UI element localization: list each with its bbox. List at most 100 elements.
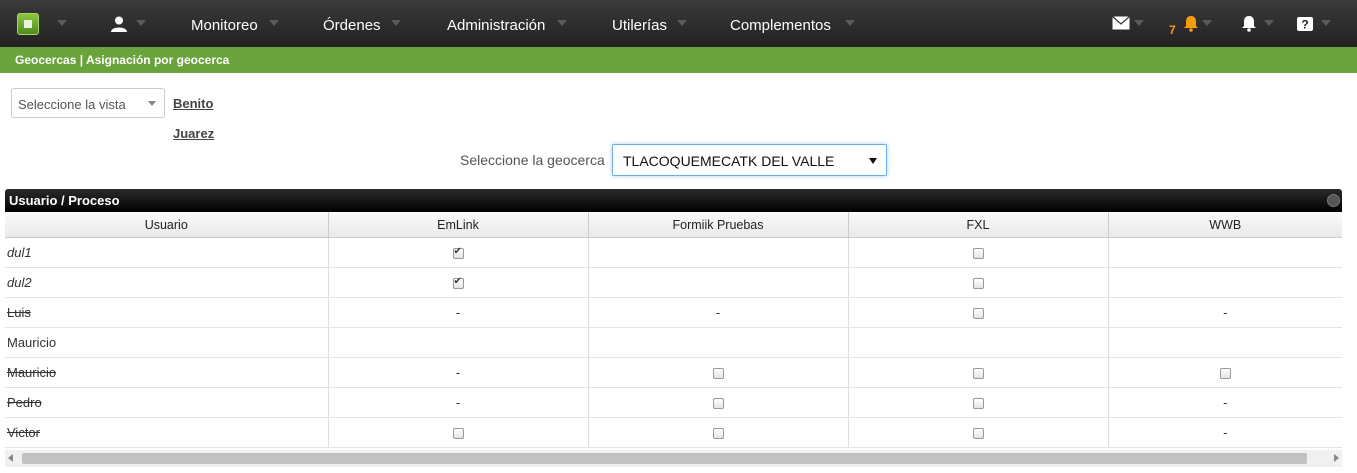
help-icon[interactable]: ? xyxy=(1297,17,1313,31)
user-name: Pedro xyxy=(7,395,42,410)
not-applicable-mark: - xyxy=(1223,425,1228,440)
process-cell: - xyxy=(328,297,589,328)
user-name-cell: dul2 xyxy=(5,267,329,298)
nav-administracion[interactable]: Administración xyxy=(447,17,545,34)
process-cell xyxy=(848,357,1109,388)
not-applicable-mark: - xyxy=(1223,395,1228,410)
table-row: dul1 xyxy=(5,237,1342,268)
user-name: Luis xyxy=(7,305,31,320)
process-cell: - xyxy=(328,357,589,388)
geocerca-select-arrow-icon xyxy=(869,158,877,164)
horizontal-scrollbar[interactable] xyxy=(5,450,1342,467)
not-applicable-mark: - xyxy=(715,305,721,320)
user-name: dul1 xyxy=(7,245,32,260)
view-select-arrow-icon xyxy=(148,101,156,106)
process-cell xyxy=(848,267,1109,298)
unchecked-checkbox[interactable] xyxy=(972,398,984,410)
scroll-left-arrow-icon[interactable] xyxy=(8,454,13,462)
user-name-cell: Mauricio xyxy=(5,327,329,358)
ordenes-caret-icon[interactable] xyxy=(391,20,401,26)
place-link-line2[interactable]: Juarez xyxy=(173,126,214,141)
process-cell xyxy=(848,417,1109,448)
scroll-right-arrow-icon[interactable] xyxy=(1334,454,1339,462)
nav-monitoreo[interactable]: Monitoreo xyxy=(191,17,258,34)
nav-complementos[interactable]: Complementos xyxy=(730,17,831,34)
column-header-wwb[interactable]: WWB xyxy=(1108,212,1342,238)
unchecked-checkbox[interactable] xyxy=(712,398,724,410)
unchecked-checkbox[interactable] xyxy=(712,368,724,380)
utilerias-caret-icon[interactable] xyxy=(677,20,687,26)
table-row: Luis - - - xyxy=(5,297,1342,328)
not-applicable-mark: - xyxy=(1223,305,1228,320)
process-cell xyxy=(588,387,849,418)
monitoreo-caret-icon[interactable] xyxy=(269,20,279,26)
alert-bell-icon[interactable] xyxy=(1182,14,1200,32)
process-cell xyxy=(1108,327,1342,358)
help-caret-icon[interactable] xyxy=(1321,20,1331,26)
unchecked-checkbox[interactable] xyxy=(452,428,464,440)
checked-checkbox[interactable] xyxy=(452,246,464,260)
user-name-cell: Mauricio xyxy=(5,357,329,388)
unchecked-checkbox[interactable] xyxy=(972,308,984,320)
notification-bell-icon[interactable] xyxy=(1240,14,1258,32)
mail-icon[interactable] xyxy=(1112,16,1130,30)
user-name-cell: Luis xyxy=(5,297,329,328)
table-row: dul2 xyxy=(5,267,1342,298)
scrollbar-thumb[interactable] xyxy=(22,453,1307,464)
process-cell xyxy=(1108,357,1342,388)
unchecked-checkbox[interactable] xyxy=(712,428,724,440)
process-cell: - xyxy=(1108,297,1342,328)
user-name: Mauricio xyxy=(7,335,57,350)
table-row: Victor - xyxy=(5,417,1342,448)
top-navbar: Monitoreo Órdenes Administración Utilerí… xyxy=(0,0,1357,47)
process-cell xyxy=(848,237,1109,268)
unchecked-checkbox[interactable] xyxy=(972,278,984,290)
complementos-caret-icon[interactable] xyxy=(845,20,855,26)
panel-collapse-icon[interactable] xyxy=(1327,194,1340,207)
app-logo-icon[interactable] xyxy=(17,13,39,35)
column-header-fxl[interactable]: FXL xyxy=(848,212,1109,238)
nav-utilerias[interactable]: Utilerías xyxy=(612,17,667,34)
process-cell xyxy=(328,237,589,268)
view-select[interactable]: Seleccione la vista xyxy=(11,88,165,118)
unchecked-checkbox[interactable] xyxy=(972,368,984,380)
user-name-cell: Pedro xyxy=(5,387,329,418)
notification-caret-icon[interactable] xyxy=(1264,20,1274,26)
nav-ordenes[interactable]: Órdenes xyxy=(323,17,381,34)
place-link-line1[interactable]: Benito xyxy=(173,96,213,111)
column-header-emlink[interactable]: EmLink xyxy=(328,212,589,238)
table-row: Pedro - - xyxy=(5,387,1342,418)
administracion-caret-icon[interactable] xyxy=(557,20,567,26)
not-applicable-mark: - xyxy=(455,395,461,410)
process-cell xyxy=(848,387,1109,418)
process-cell xyxy=(848,297,1109,328)
table-row: Mauricio xyxy=(5,327,1342,358)
unchecked-checkbox[interactable] xyxy=(1219,368,1231,380)
geocerca-select-value: TLACOQUEMECATK DEL VALLE xyxy=(623,153,835,169)
process-cell xyxy=(328,417,589,448)
process-cell: - xyxy=(328,387,589,418)
unchecked-checkbox[interactable] xyxy=(972,428,984,440)
alert-caret-icon[interactable] xyxy=(1202,20,1212,26)
geocerca-select[interactable]: TLACOQUEMECATK DEL VALLE xyxy=(612,144,887,176)
svg-text:?: ? xyxy=(1301,18,1308,32)
panel-title: Usuario / Proceso xyxy=(9,193,120,208)
column-header-usuario[interactable]: Usuario xyxy=(5,212,329,238)
checked-checkbox[interactable] xyxy=(452,276,464,290)
process-cell xyxy=(1108,267,1342,298)
unchecked-checkbox[interactable] xyxy=(972,248,984,260)
user-name: Mauricio xyxy=(7,365,57,380)
process-cell xyxy=(588,417,849,448)
alert-count-badge[interactable]: 7 xyxy=(1169,23,1176,37)
not-applicable-mark: - xyxy=(455,305,461,320)
mail-caret-icon[interactable] xyxy=(1134,20,1144,26)
user-name: Victor xyxy=(7,425,40,440)
user-menu-caret-icon[interactable] xyxy=(136,20,146,26)
view-select-value: Seleccione la vista xyxy=(18,97,126,112)
process-cell: - xyxy=(1108,417,1342,448)
process-cell: - xyxy=(1108,387,1342,418)
column-header-formiik-pruebas[interactable]: Formiik Pruebas xyxy=(588,212,849,238)
logo-menu-caret-icon[interactable] xyxy=(57,20,67,26)
user-icon[interactable] xyxy=(110,15,128,33)
process-cell xyxy=(588,237,849,268)
